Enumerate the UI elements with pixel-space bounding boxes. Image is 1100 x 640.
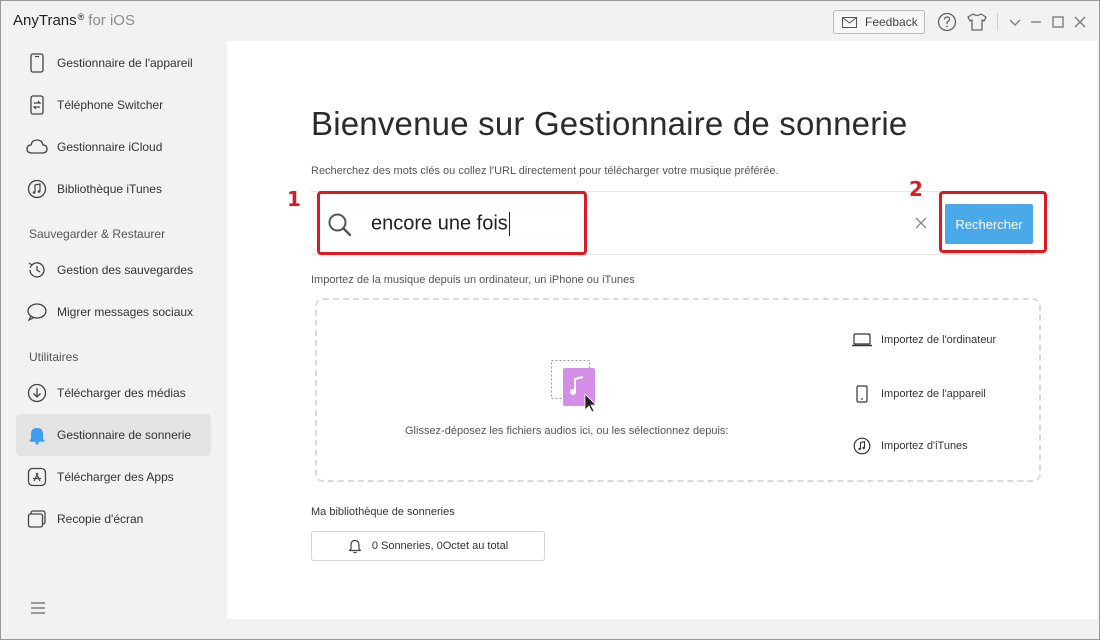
sidebar-item-label: Télécharger des Apps [57, 470, 174, 484]
sidebar-item-backups[interactable]: Gestion des sauvegardes [16, 249, 211, 291]
sidebar-item-ringtone-manager[interactable]: Gestionnaire de sonnerie [16, 414, 211, 456]
annotation-box-1 [317, 191, 587, 255]
app-mark: ® [77, 12, 85, 22]
import-from-device-option[interactable]: Importez de l'appareil [851, 385, 986, 403]
sidebar-item-label: Gestionnaire de l'appareil [57, 56, 193, 70]
sidebar-item-label: Télécharger des médias [57, 386, 186, 400]
app-window: AnyTrans® for iOS Feedback Gestionnaire … [0, 0, 1100, 640]
sidebar-item-label: Gestionnaire iCloud [57, 140, 163, 154]
phone-switch-icon [26, 94, 48, 116]
main-panel: Bienvenue sur Gestionnaire de sonnerie R… [227, 41, 1097, 619]
import-section-label: Importez de la musique depuis un ordinat… [311, 274, 635, 286]
sidebar-item-social-messages[interactable]: Migrer messages sociaux [16, 291, 211, 333]
sidebar-item-screen-mirror[interactable]: Recopie d'écran [16, 498, 211, 540]
sidebar-item-label: Gestionnaire de sonnerie [57, 428, 192, 442]
history-icon [26, 259, 48, 281]
ringtone-library-button[interactable]: 0 Sonneries, 0Octet au total [311, 531, 545, 561]
itunes-icon [851, 437, 873, 455]
annotation-number-2: 2 [909, 177, 923, 201]
import-option-label: Importez d'iTunes [881, 440, 968, 452]
sidebar-item-device-manager[interactable]: Gestionnaire de l'appareil [16, 42, 211, 84]
sidebar-item-phone-switcher[interactable]: Téléphone Switcher [16, 84, 211, 126]
sidebar-item-app-download[interactable]: Télécharger des Apps [16, 456, 211, 498]
phone-icon [26, 52, 48, 74]
drop-zone[interactable]: Glissez-déposez les fichiers audios ici,… [315, 298, 1041, 482]
sidebar-item-itunes-library[interactable]: Bibliothèque iTunes [16, 168, 211, 210]
import-option-label: Importez de l'ordinateur [881, 334, 997, 346]
sidebar-item-label: Bibliothèque iTunes [57, 182, 162, 196]
sidebar-item-label: Migrer messages sociaux [57, 305, 194, 319]
feedback-button[interactable]: Feedback [833, 10, 925, 34]
sidebar-item-icloud[interactable]: Gestionnaire iCloud [16, 126, 211, 168]
drop-instructions: Glissez-déposez les fichiers audios ici,… [405, 425, 729, 437]
phone-icon [851, 385, 873, 403]
import-option-label: Importez de l'appareil [881, 388, 986, 400]
app-name: AnyTrans [13, 12, 77, 29]
sidebar-item-label: Recopie d'écran [57, 512, 144, 526]
help-icon[interactable] [936, 11, 958, 33]
import-from-itunes-option[interactable]: Importez d'iTunes [851, 437, 968, 455]
ringtone-library-label: Ma bibliothèque de sonneries [311, 506, 455, 518]
app-title: AnyTrans® for iOS [13, 12, 135, 29]
bell-outline-icon [348, 539, 361, 554]
feedback-label: Feedback [865, 15, 918, 29]
bell-icon [26, 424, 48, 446]
maximize-icon[interactable] [1047, 11, 1069, 33]
sidebar: Gestionnaire de l'appareil Téléphone Swi… [2, 41, 226, 639]
clear-search-icon[interactable] [915, 216, 927, 234]
title-bar: AnyTrans® for iOS Feedback [1, 1, 1099, 41]
ringtone-library-summary: 0 Sonneries, 0Octet au total [371, 540, 509, 552]
cloud-icon [26, 136, 48, 158]
mail-icon [842, 16, 857, 28]
app-suffix: for iOS [88, 12, 135, 29]
import-from-computer-option[interactable]: Importez de l'ordinateur [851, 333, 996, 347]
screen-mirror-icon [26, 508, 48, 530]
section-label-backup: Sauvegarder & Restaurer [29, 227, 166, 241]
title-separator [997, 13, 998, 31]
close-icon[interactable] [1069, 11, 1091, 33]
app-store-icon [26, 466, 48, 488]
chat-icon [26, 301, 48, 323]
sidebar-item-label: Téléphone Switcher [57, 98, 164, 112]
music-library-icon [26, 178, 48, 200]
menu-icon[interactable] [30, 601, 46, 619]
annotation-box-2 [939, 191, 1047, 253]
minimize-icon[interactable] [1025, 11, 1047, 33]
section-label-utilities: Utilitaires [29, 350, 79, 364]
audio-file-drop-icon [551, 360, 601, 417]
download-icon [26, 382, 48, 404]
skin-icon[interactable] [966, 11, 988, 33]
sidebar-item-media-download[interactable]: Télécharger des médias [16, 372, 211, 414]
sidebar-item-label: Gestion des sauvegardes [57, 263, 194, 277]
laptop-icon [851, 333, 873, 347]
chevron-down-icon[interactable] [1004, 11, 1026, 33]
annotation-number-1: 1 [287, 187, 301, 211]
page-subtitle: Recherchez des mots clés ou collez l'URL… [311, 165, 779, 177]
page-title: Bienvenue sur Gestionnaire de sonnerie [311, 105, 908, 142]
